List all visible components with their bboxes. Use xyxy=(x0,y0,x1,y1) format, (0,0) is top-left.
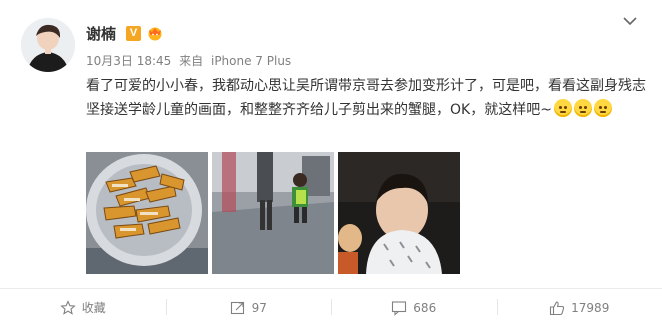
post-source: iPhone 7 Plus xyxy=(211,54,291,68)
favorite-label: 收藏 xyxy=(82,299,106,316)
crab-legs-image xyxy=(86,152,208,274)
walking-child-image xyxy=(212,152,334,274)
avatar-image xyxy=(21,18,75,72)
repost-icon xyxy=(230,300,246,316)
post-meta: 10月3日 18:45 来自 iPhone 7 Plus xyxy=(86,52,295,69)
comment-button[interactable]: 686 xyxy=(331,289,497,326)
photo-crab-legs-bowl[interactable] xyxy=(86,152,208,274)
smile-face-emoji xyxy=(594,99,612,117)
member-crown-icon xyxy=(146,25,164,41)
star-icon xyxy=(60,300,76,316)
post-date[interactable]: 10月3日 18:45 xyxy=(86,54,171,68)
author-name[interactable]: 谢楠 xyxy=(86,23,116,44)
weibo-post-card: 谢楠 V 10月3日 18:45 来自 iPhone 7 Plus 看了可爱的小… xyxy=(0,0,662,325)
favorite-button[interactable]: 收藏 xyxy=(0,289,166,326)
chevron-down-icon[interactable] xyxy=(622,15,638,27)
repost-count: 97 xyxy=(252,301,267,315)
photo-walking-child[interactable] xyxy=(212,152,334,274)
repost-button[interactable]: 97 xyxy=(166,289,332,326)
thumbs-up-icon xyxy=(549,300,565,316)
comment-count: 686 xyxy=(413,301,436,315)
post-body: 看了可爱的小小春，我都动心思让吴所谓带京哥去参加变形计了，可是吧，看看这副身残志… xyxy=(86,74,646,122)
avatar[interactable] xyxy=(21,18,75,72)
sleepy-face-emoji xyxy=(554,99,572,117)
smile-face-emoji xyxy=(574,99,592,117)
author-row: 谢楠 V xyxy=(86,22,164,44)
photo-grid xyxy=(86,152,464,274)
like-button[interactable]: 17989 xyxy=(497,289,662,326)
comment-icon xyxy=(391,300,407,316)
like-count: 17989 xyxy=(571,301,609,315)
action-bar: 收藏 97 686 17989 xyxy=(0,288,662,326)
post-source-label: 来自 xyxy=(179,54,203,68)
photo-boy-eating[interactable] xyxy=(338,152,460,274)
verified-badge-icon: V xyxy=(126,26,141,41)
boy-eating-image xyxy=(338,152,460,274)
